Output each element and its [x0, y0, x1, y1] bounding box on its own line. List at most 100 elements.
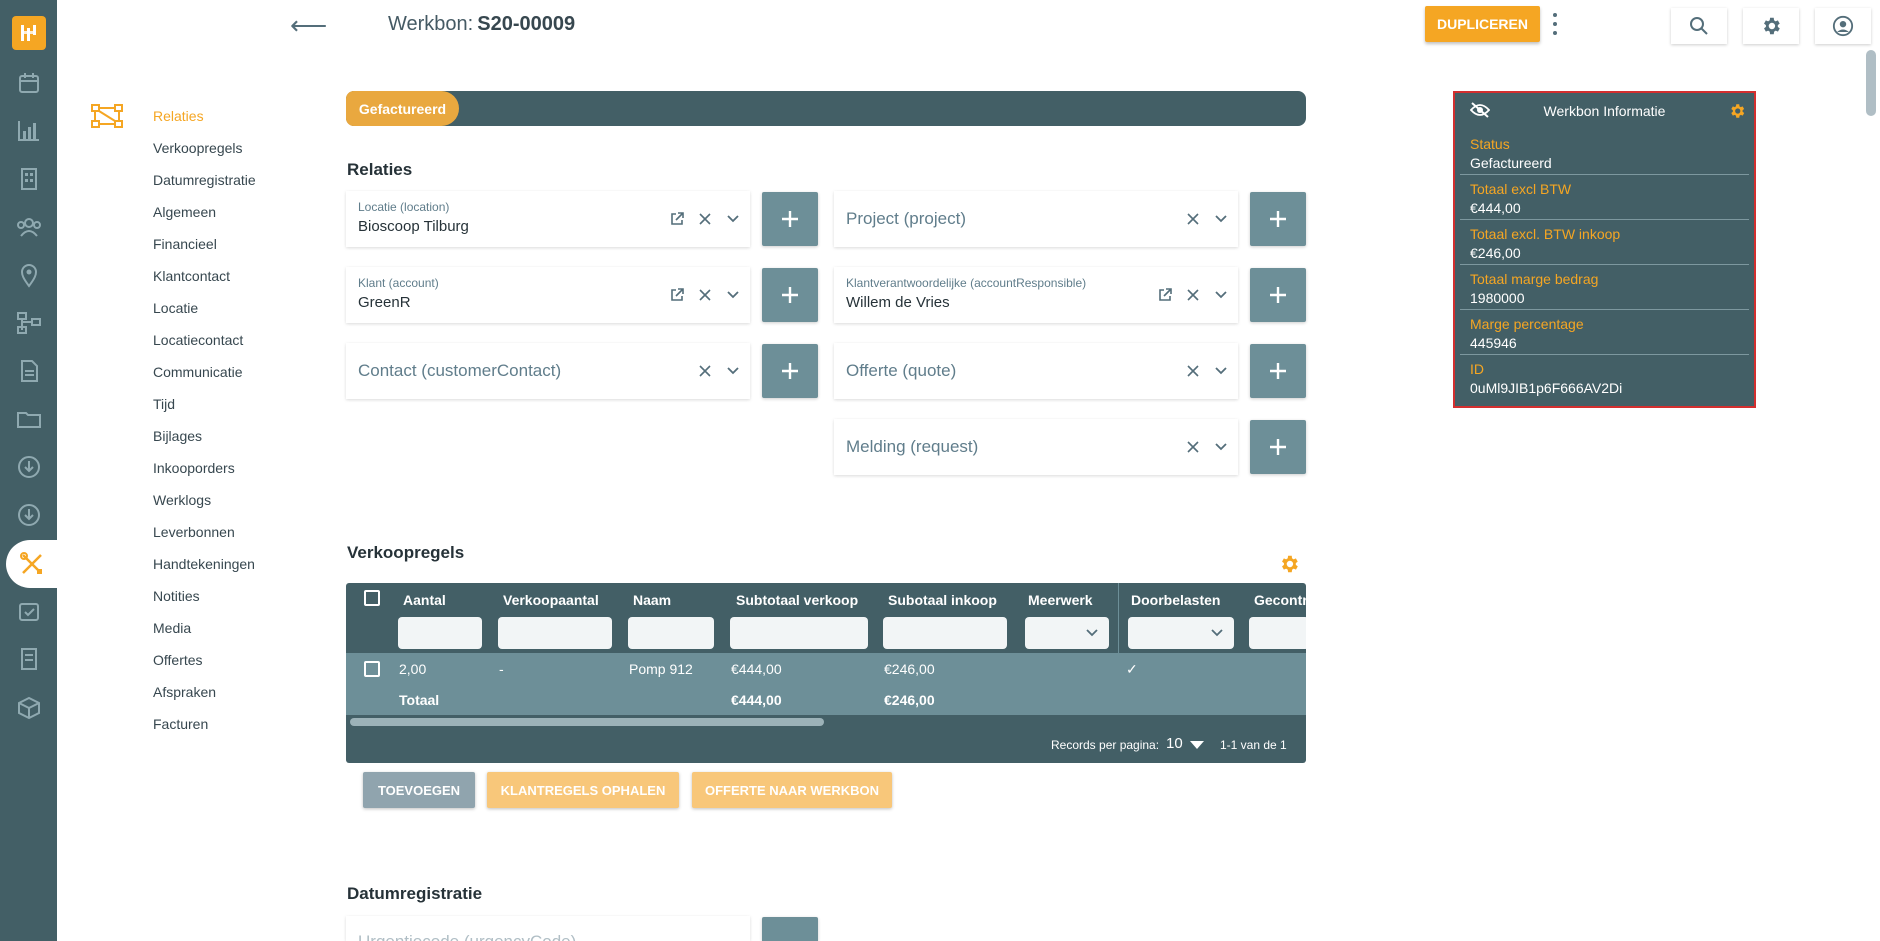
clear-icon[interactable]	[698, 364, 712, 378]
calendar-check-icon[interactable]	[12, 594, 46, 628]
nav-item-leverbonnen[interactable]: Leverbonnen	[153, 516, 333, 548]
back-arrow-icon[interactable]: ⟵	[290, 10, 327, 41]
clear-icon[interactable]	[1186, 440, 1200, 454]
open-external-icon[interactable]	[1158, 288, 1172, 302]
urgency-code-field[interactable]: Urgentiecode (urgencyCode)	[346, 916, 750, 941]
calendar-icon[interactable]	[12, 66, 46, 100]
filter-gecontroleerd-input[interactable]	[1249, 617, 1306, 649]
table-settings-gear-icon[interactable]	[1278, 553, 1300, 575]
filter-aantal-input[interactable]	[398, 617, 482, 649]
chart-icon[interactable]	[12, 114, 46, 148]
add-account-responsible-button[interactable]	[1250, 268, 1306, 322]
nav-item-tijd[interactable]: Tijd	[153, 388, 333, 420]
chevron-down-icon[interactable]	[1214, 212, 1228, 226]
add-request-button[interactable]	[1250, 420, 1306, 474]
clear-icon[interactable]	[1186, 288, 1200, 302]
nav-item-handtekeningen[interactable]: Handtekeningen	[153, 548, 333, 580]
invoice-icon[interactable]	[12, 642, 46, 676]
filter-subtotaal-verkoop-input[interactable]	[730, 617, 868, 649]
page-scrollbar[interactable]	[1866, 50, 1876, 116]
location-pin-icon[interactable]	[12, 258, 46, 292]
contact-field[interactable]: Contact (customerContact)	[346, 343, 750, 399]
nav-item-locatiecontact[interactable]: Locatiecontact	[153, 324, 333, 356]
settings-button[interactable]	[1743, 8, 1799, 44]
filter-verkoopaantal-input[interactable]	[498, 617, 612, 649]
filter-meerwerk-select[interactable]	[1025, 617, 1109, 649]
col-naam[interactable]: Naam	[633, 592, 671, 608]
filter-doorbelasten-select[interactable]	[1128, 617, 1234, 649]
account-field[interactable]: Klant (account) GreenR	[346, 267, 750, 323]
chevron-down-icon[interactable]	[726, 288, 740, 302]
add-contact-button[interactable]	[762, 344, 818, 398]
download-circle-icon[interactable]	[12, 450, 46, 484]
nav-item-facturen[interactable]: Facturen	[153, 708, 333, 740]
col-aantal[interactable]: Aantal	[403, 592, 446, 608]
location-field[interactable]: Locatie (location) Bioscoop Tilburg	[346, 191, 750, 247]
caret-down-icon[interactable]	[1190, 741, 1204, 749]
col-verkoopaantal[interactable]: Verkoopaantal	[503, 592, 599, 608]
records-per-page-select[interactable]: 10	[1166, 735, 1183, 752]
col-meerwerk[interactable]: Meerwerk	[1028, 592, 1093, 608]
info-settings-gear-icon[interactable]	[1728, 102, 1746, 120]
hierarchy-icon[interactable]	[12, 306, 46, 340]
nav-item-klantcontact[interactable]: Klantcontact	[153, 260, 333, 292]
add-location-button[interactable]	[762, 192, 818, 246]
clear-icon[interactable]	[1186, 212, 1200, 226]
nav-item-werklogs[interactable]: Werklogs	[153, 484, 333, 516]
download-circle-icon-2[interactable]	[12, 498, 46, 532]
chevron-down-icon[interactable]	[1214, 364, 1228, 378]
chevron-down-icon[interactable]	[726, 212, 740, 226]
add-project-button[interactable]	[1250, 192, 1306, 246]
nav-item-relaties[interactable]: Relaties	[153, 100, 333, 132]
col-gecontroleerd[interactable]: Gecontr	[1254, 592, 1306, 608]
workorder-tools-icon[interactable]	[6, 540, 57, 588]
more-options-icon[interactable]	[1550, 13, 1560, 35]
chevron-down-icon[interactable]	[1214, 288, 1228, 302]
col-subtotaal-verkoop[interactable]: Subtotaal verkoop	[736, 592, 858, 608]
nav-item-notities[interactable]: Notities	[153, 580, 333, 612]
nav-item-financieel[interactable]: Financieel	[153, 228, 333, 260]
account-button[interactable]	[1815, 8, 1871, 44]
add-line-button[interactable]: TOEVOEGEN	[363, 772, 475, 808]
people-icon[interactable]	[12, 210, 46, 244]
add-urgency-code-button[interactable]	[762, 917, 818, 941]
table-row[interactable]: 2,00 - Pomp 912 €444,00 €246,00 ✓	[346, 653, 1306, 685]
select-all-checkbox[interactable]	[364, 590, 380, 606]
nav-item-locatie[interactable]: Locatie	[153, 292, 333, 324]
package-icon[interactable]	[12, 690, 46, 724]
add-quote-button[interactable]	[1250, 344, 1306, 398]
chevron-down-icon[interactable]	[1214, 440, 1228, 454]
filter-subtotaal-inkoop-input[interactable]	[883, 617, 1007, 649]
nav-item-verkoopregels[interactable]: Verkoopregels	[153, 132, 333, 164]
search-button[interactable]	[1671, 8, 1727, 44]
row-checkbox[interactable]	[364, 661, 380, 677]
clear-icon[interactable]	[698, 212, 712, 226]
nav-item-algemeen[interactable]: Algemeen	[153, 196, 333, 228]
chevron-down-icon[interactable]	[726, 364, 740, 378]
clear-icon[interactable]	[698, 288, 712, 302]
quote-field[interactable]: Offerte (quote)	[834, 343, 1238, 399]
nav-item-offertes[interactable]: Offertes	[153, 644, 333, 676]
document-icon[interactable]	[12, 354, 46, 388]
open-external-icon[interactable]	[670, 212, 684, 226]
nav-item-bijlages[interactable]: Bijlages	[153, 420, 333, 452]
nav-item-communicatie[interactable]: Communicatie	[153, 356, 333, 388]
duplicate-button[interactable]: DUPLICEREN	[1425, 6, 1540, 42]
nav-item-afspraken[interactable]: Afspraken	[153, 676, 333, 708]
nav-item-datumregistratie[interactable]: Datumregistratie	[153, 164, 333, 196]
project-field[interactable]: Project (project)	[834, 191, 1238, 247]
building-icon[interactable]	[12, 162, 46, 196]
add-account-button[interactable]	[762, 268, 818, 322]
col-subtotaal-inkoop[interactable]: Subotaal inkoop	[888, 592, 997, 608]
fetch-customer-lines-button[interactable]: KLANTREGELS OPHALEN	[487, 772, 679, 808]
nav-item-media[interactable]: Media	[153, 612, 333, 644]
quote-to-workorder-button[interactable]: OFFERTE NAAR WERKBON	[692, 772, 892, 808]
account-responsible-field[interactable]: Klantverantwoordelijke (accountResponsib…	[834, 267, 1238, 323]
clear-icon[interactable]	[1186, 364, 1200, 378]
col-doorbelasten[interactable]: Doorbelasten	[1131, 592, 1220, 608]
app-logo-icon[interactable]	[12, 16, 46, 50]
request-field[interactable]: Melding (request)	[834, 419, 1238, 475]
folder-icon[interactable]	[12, 402, 46, 436]
filter-naam-input[interactable]	[628, 617, 714, 649]
open-external-icon[interactable]	[670, 288, 684, 302]
